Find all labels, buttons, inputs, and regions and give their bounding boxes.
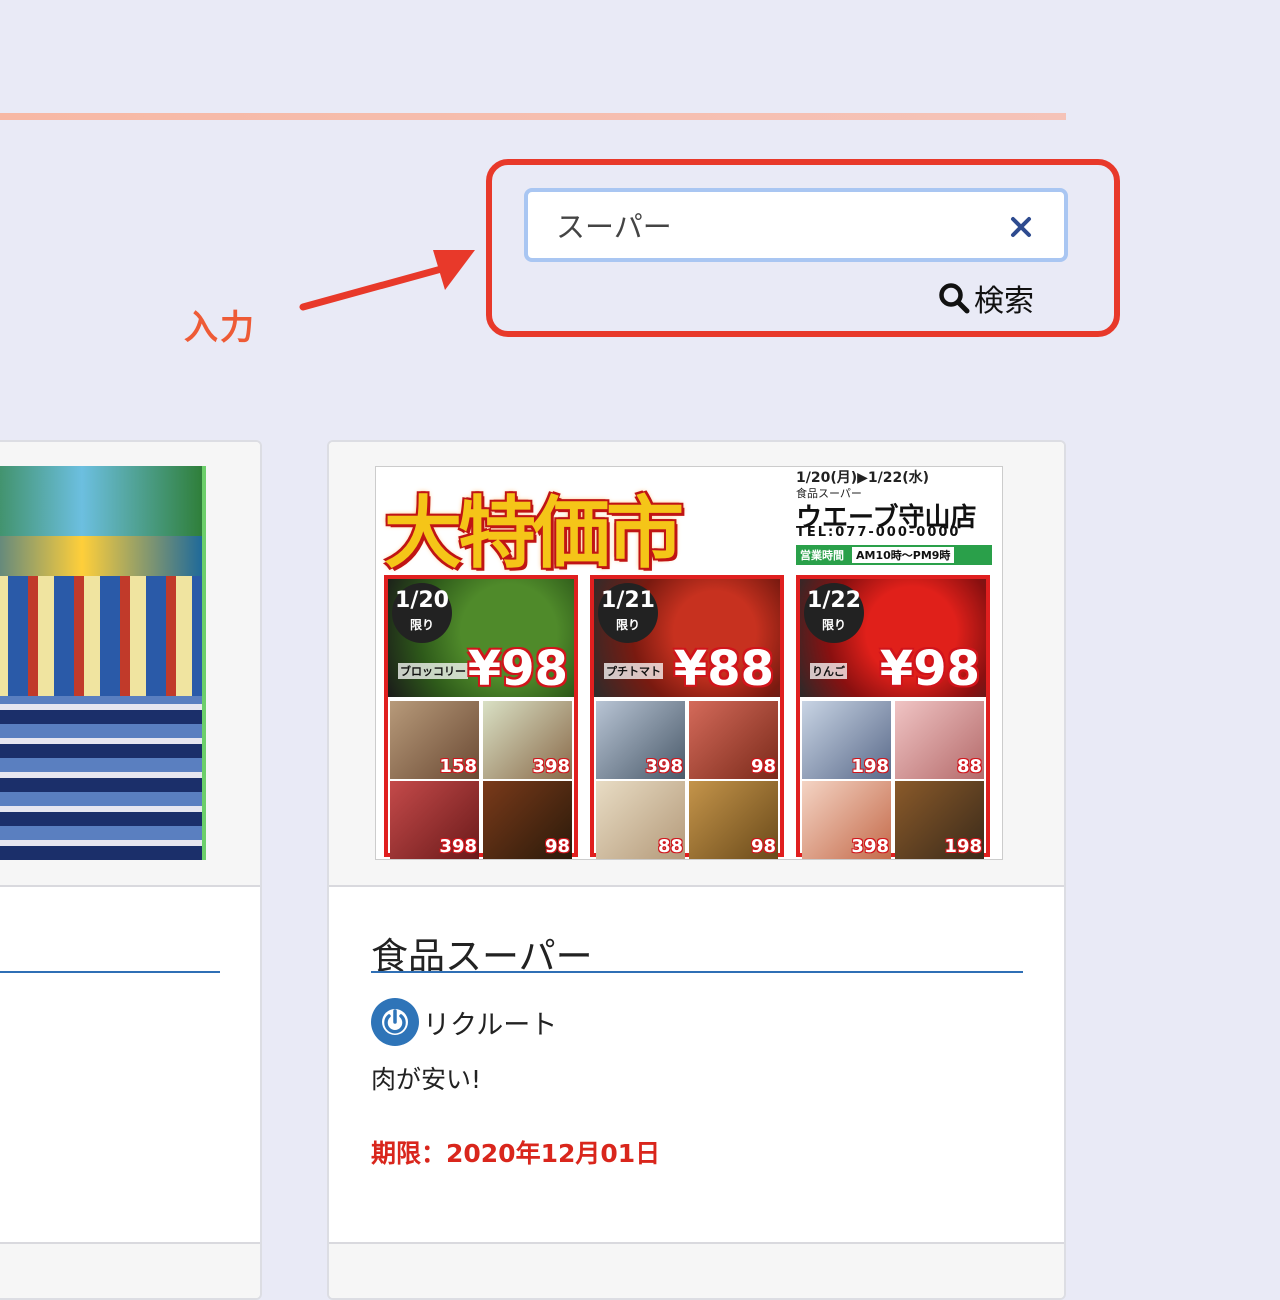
author-name: リクルート [423,1009,558,1041]
annotation-arrow-icon [299,250,475,311]
flyer-cell-price: 398 [532,756,570,777]
flyer-price: ¥88 [673,641,774,697]
search-button[interactable]: 検索 [938,276,1034,320]
flyer-date-badge: 1/22 限り [804,583,864,643]
title-divider [0,971,220,973]
flyer-hours-value: AM10時〜PM9時 [852,547,955,563]
flyer-cell-price: 98 [750,756,776,777]
annotation-label: 入力 [184,308,256,348]
flyer-price: ¥98 [467,641,568,697]
flyer-card[interactable]: 大特価市 1/20(月)▶1/22(水) 食品スーパー ウエーブ守山店 TEL:… [327,440,1066,1300]
search-icon [939,283,970,314]
flyer-hours-label: 営業時間 [800,549,844,562]
search-button-label: 検索 [974,284,1034,319]
flyer-column: 1/22 限り りんご ¥98 198 88 398 198 [796,575,990,859]
flyer-dates: 1/20(月)▶1/22(水) [796,470,930,486]
flyer-column: 1/21 限り プチトマト ¥88 398 98 88 98 [590,575,784,859]
clear-button[interactable] [1006,212,1036,242]
search-field[interactable] [524,188,1068,262]
flyer-date-badge: 1/20 限り [392,583,452,643]
flyer-cell-price: 198 [851,756,889,777]
search-input[interactable] [556,202,996,248]
flyer-cell-price: 98 [544,836,570,857]
flyer-image: 大特価市 1/20(月)▶1/22(水) 食品スーパー ウエーブ守山店 TEL:… [375,466,1003,860]
flyer-cell-price: 158 [439,756,477,777]
title-divider [371,971,1023,973]
close-icon [1011,217,1031,237]
flyer-tel: TEL:077-000-0000 [796,525,961,540]
flyer-cell-price: 398 [439,836,477,857]
deadline-text: 期限：2020年12月01日 [371,1139,661,1168]
top-divider [0,113,1066,120]
flyer-cell-price: 398 [851,836,889,857]
flyer-item-name: プチトマト [604,663,663,679]
flyer-cell-price: 88 [657,836,683,857]
avatar [371,998,419,1046]
flyer-column: 1/20 限り ブロッコリー ¥98 158 398 398 98 [384,575,578,859]
flyer-cell-price: 88 [956,756,982,777]
flyer-date-badge: 1/21 限り [598,583,658,643]
flyer-image [0,466,206,860]
flyer-price: ¥98 [879,641,980,697]
card-image-area: 大特価市 1/20(月)▶1/22(水) 食品スーパー ウエーブ守山店 TEL:… [329,442,1064,887]
flyer-cell-price: 98 [750,836,776,857]
card-footer [329,1242,1064,1298]
flyer-item-name: ブロッコリー [398,663,468,679]
card-description: 肉が安い! [371,1065,482,1094]
flyer-headline: 大特価市 [384,489,684,579]
flyer-cell-price: 198 [944,836,982,857]
flyer-item-name: りんご [810,663,847,679]
power-icon [382,1009,408,1035]
card-footer [0,1242,260,1298]
flyer-hours: 営業時間 AM10時〜PM9時 [796,545,992,565]
card-image-area [0,442,260,887]
author[interactable]: リクルート [371,998,557,1046]
flyer-card[interactable] [0,440,262,1300]
flyer-cell-price: 398 [645,756,683,777]
